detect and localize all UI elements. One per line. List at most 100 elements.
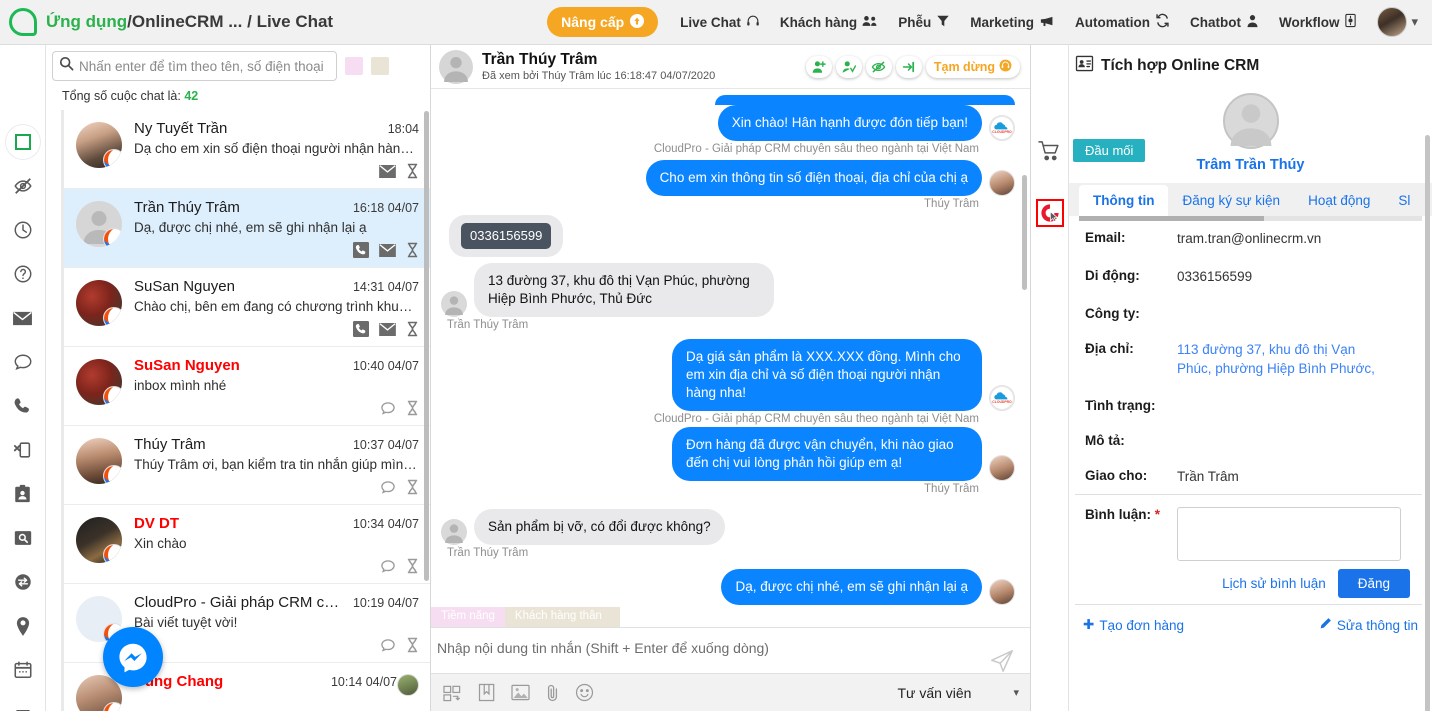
rail-history-clock-icon[interactable] [0,208,45,252]
conversation-row-susan-nguyen-1[interactable]: SuSan Nguyen 14:31 04/07 Chào chị, bên e… [64,268,430,347]
search-input[interactable] [79,58,330,74]
rail-search-box-icon[interactable] [0,516,45,560]
hourglass-icon[interactable] [406,637,419,653]
hourglass-icon[interactable] [406,558,419,574]
search-box[interactable] [52,51,337,81]
field-value[interactable]: 113 đường 37, khu đô thị Vạn Phúc, phườn… [1177,341,1377,377]
conversation-row-dv-dt[interactable]: DV DT 10:34 04/07 Xin chào [64,505,430,584]
chat-action-buttons: Tạm dừng [805,55,1020,78]
filter-swatch-pink[interactable] [345,57,363,75]
conversation-row-susan-nguyen-2[interactable]: SuSan Nguyen 10:40 04/07 inbox mình nhé [64,347,430,426]
rail-location-icon[interactable] [0,604,45,648]
breadcrumb-sep-2: / [247,12,252,31]
assign-conversation-button[interactable] [895,55,922,78]
messenger-floating-button[interactable] [103,627,163,687]
conversation-time: 10:14 04/07 [330,675,397,689]
nav-item-automation[interactable]: Automation [1065,0,1180,45]
emoji-icon[interactable] [575,683,594,702]
crm-tabs-scrollbar[interactable] [1079,216,1422,221]
hourglass-icon[interactable] [406,400,419,416]
tab-dang-ky-su-kien[interactable]: Đăng ký sự kiện [1168,185,1294,216]
flow-icon [1344,13,1357,31]
create-order-button[interactable]: ✚ Tạo đơn hàng [1083,617,1184,633]
comment-history-link[interactable]: Lịch sử bình luận [1222,576,1326,591]
rightrail-onlinecrm-icon[interactable] [1035,199,1064,227]
rail-block-phone-x-icon[interactable] [0,428,45,472]
nav-item-live-chat[interactable]: Live Chat [670,0,770,45]
breadcrumb-crm[interactable]: OnlineCRM ... [132,12,243,31]
attachment-icon[interactable] [546,683,559,702]
comment-input[interactable] [1177,507,1401,562]
filter-swatch-beige[interactable] [371,57,389,75]
create-order-label: Tạo đơn hàng [1099,617,1184,633]
field-company: Công ty: [1085,306,1432,321]
user-menu-chevron-down-icon[interactable]: ▾ [1411,14,1424,30]
total-chats-count: 42 [184,89,199,103]
chat-scrollbar[interactable] [1022,175,1027,290]
conversation-row-tran-thuy-tram[interactable]: Trần Thúy Trâm 16:18 04/07 Dạ, được chị … [64,189,430,268]
rail-chat-icon[interactable] [0,340,45,384]
phone-chip[interactable]: 0336156599 [461,223,552,249]
speech-bubble-icon[interactable] [380,638,396,653]
agent-role-select[interactable]: Tư vấn viên ▾ [898,685,1020,701]
message-thread[interactable]: Xin chào! Hân hạnh được đón tiếp bạn! CL… [431,89,1030,607]
conversation-row-ny-tuyet-tran[interactable]: Ny Tuyết Trần 18:04 Dạ cho em xin số điệ… [64,110,430,189]
mail-icon[interactable] [379,243,396,257]
bookmark-icon[interactable] [478,683,495,702]
speech-bubble-icon[interactable] [380,480,396,495]
rightrail-cart-icon[interactable] [1036,137,1064,165]
tab-hoat-dong[interactable]: Hoạt động [1294,185,1384,216]
hide-conversation-button[interactable] [865,55,892,78]
conversation-list[interactable]: Ny Tuyết Trần 18:04 Dạ cho em xin số điệ… [61,110,430,711]
speech-bubble-icon[interactable] [380,559,396,574]
message-bubble: 13 đường 37, khu đô thị Vạn Phúc, phường… [474,262,774,317]
pause-bot-button[interactable]: Tạm dừng [925,55,1020,78]
conversation-preview: Bài viết tuyệt vời! [134,615,238,630]
edit-info-button[interactable]: Sửa thông tin [1319,617,1418,633]
nav-item-marketing[interactable]: Marketing [960,0,1065,45]
nav-item-chatbot[interactable]: Chatbot [1180,0,1269,45]
nav-item-funnel[interactable]: Phễu [888,0,960,45]
rail-calendar-icon[interactable] [0,648,45,692]
rail-phone-icon[interactable] [0,384,45,428]
conversation-list-scrollbar[interactable] [424,111,429,581]
message-row-confirm: Dạ, được chị nhé, em sẽ ghi nhận lại ạ [441,569,1015,606]
breadcrumb-app[interactable]: Ứng dụng [46,12,127,31]
hourglass-icon[interactable] [406,163,419,179]
tab-thong-tin[interactable]: Thông tin [1079,185,1169,216]
user-avatar[interactable] [1377,7,1408,37]
app-logo[interactable] [0,8,46,36]
tag-khach-hang-than[interactable]: Khách hàng thân [504,607,620,627]
hourglass-icon[interactable] [406,242,419,258]
crm-panel-scrollbar[interactable] [1425,135,1430,711]
speech-bubble-icon[interactable] [380,401,396,416]
comment-label-text: Bình luận: [1085,507,1151,523]
image-icon[interactable] [511,684,530,701]
hourglass-icon[interactable] [406,321,419,337]
rail-more-chevron-down-icon[interactable] [0,692,45,711]
mail-icon[interactable] [379,164,396,178]
upgrade-button[interactable]: Nâng cấp [547,7,659,37]
message-composer: Tư vấn viên ▾ [431,627,1030,711]
phone-icon[interactable] [353,321,369,337]
rail-transfer-icon[interactable] [0,560,45,604]
tag-contact-button[interactable] [835,55,862,78]
rail-hide-icon[interactable] [0,164,45,208]
mail-icon[interactable] [379,322,396,336]
post-comment-button[interactable]: Đăng [1337,569,1410,599]
nav-item-customers[interactable]: Khách hàng [770,0,888,45]
tab-sl[interactable]: Sl [1384,185,1424,216]
tag-tiem-nang[interactable]: Tiềm năng [431,607,505,627]
conversation-actions [134,636,419,654]
quick-reply-icon[interactable] [443,684,462,702]
add-contact-button[interactable] [805,55,832,78]
rail-contact-card-icon[interactable] [0,472,45,516]
nav-item-workflow[interactable]: Workflow [1269,0,1368,45]
hourglass-icon[interactable] [406,479,419,495]
rail-select-all-checkbox[interactable] [5,125,40,159]
rail-mail-icon[interactable] [0,296,45,340]
lead-status-badge[interactable]: Đầu mối [1073,139,1146,162]
conversation-row-thuy-tram[interactable]: Thúy Trâm 10:37 04/07 Thúy Trâm ơi, bạn … [64,426,430,505]
phone-icon[interactable] [353,242,369,258]
rail-help-icon[interactable] [0,252,45,296]
